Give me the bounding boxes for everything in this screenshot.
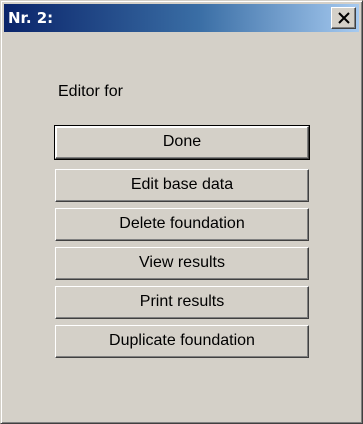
title-bar[interactable]: Nr. 2: (4, 4, 359, 32)
duplicate-foundation-button[interactable]: Duplicate foundation (55, 325, 309, 358)
done-button[interactable]: Done (54, 125, 310, 160)
editor-for-label: Editor for (58, 83, 123, 100)
print-results-button[interactable]: Print results (55, 286, 309, 319)
close-icon (338, 12, 350, 24)
delete-foundation-button[interactable]: Delete foundation (55, 208, 309, 241)
view-results-button[interactable]: View results (55, 247, 309, 280)
edit-base-data-button[interactable]: Edit base data (55, 169, 309, 202)
window-title: Nr. 2: (8, 9, 54, 27)
editor-dialog-window: Nr. 2: Editor for Done Edit base data De… (0, 0, 363, 424)
close-button[interactable] (331, 7, 356, 29)
